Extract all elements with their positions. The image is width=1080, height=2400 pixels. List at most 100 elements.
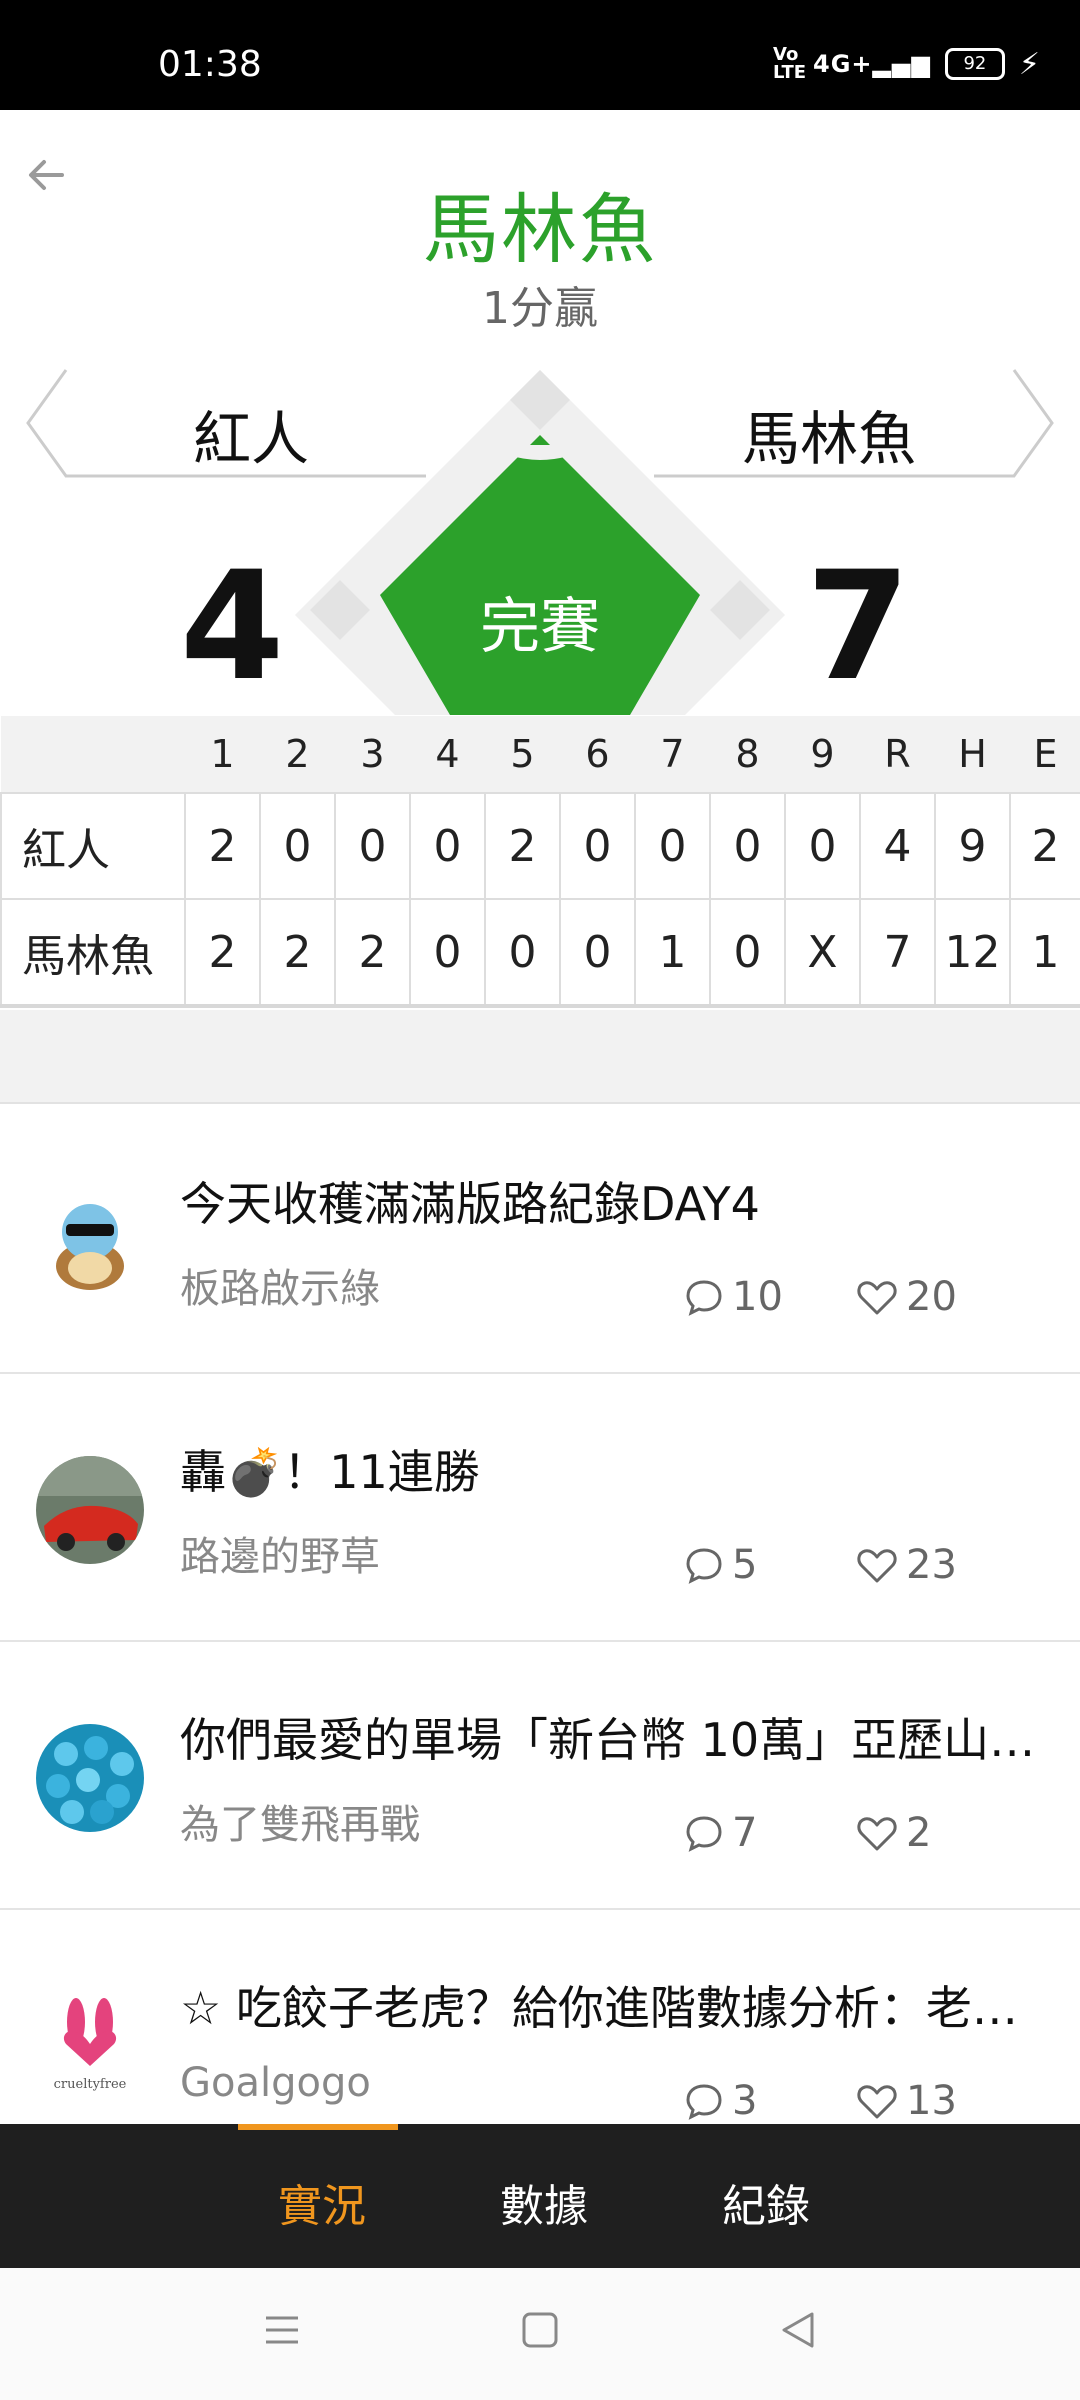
winner-title: 馬林魚 <box>423 185 657 274</box>
result-subtitle: 1分贏 <box>482 283 598 334</box>
team-cell: 馬林魚 <box>0 898 186 1008</box>
status-time: 01:38 <box>158 44 262 85</box>
comment-count: 3 <box>684 2078 757 2124</box>
comment-count-value: 7 <box>732 1810 758 1856</box>
home-icon[interactable] <box>520 2310 560 2350</box>
inning-cell: 0 <box>259 792 336 900</box>
avatar: crueltyfree <box>36 1992 144 2100</box>
heart-icon <box>857 1817 897 1851</box>
header-cell: 7 <box>635 716 710 793</box>
inning-cell: 2 <box>484 792 561 900</box>
header-cell <box>1 716 185 793</box>
header-cell: 3 <box>335 716 410 793</box>
comment-count-value: 10 <box>732 1274 783 1320</box>
inning-cell: 0 <box>334 792 411 900</box>
post-title: ☆ 吃餃子老虎？給你進階數據分析：老虎隊 <box>180 1981 1050 2035</box>
linescore-row-away: 紅人 2 0 0 0 2 0 0 0 0 4 9 2 <box>0 792 1080 900</box>
runs-cell: 4 <box>859 792 936 900</box>
like-count[interactable]: 23 <box>856 1542 957 1588</box>
inning-cell: 0 <box>784 792 861 900</box>
comment-icon <box>686 1548 722 1584</box>
heart-icon <box>857 2085 897 2119</box>
inning-cell: 0 <box>409 898 486 1008</box>
comment-count: 5 <box>684 1542 757 1588</box>
like-count[interactable]: 20 <box>856 1274 957 1320</box>
status-icons: Vo LTE 4G+▂▄▆ 92 ⚡ <box>773 46 1040 82</box>
comment-count: 10 <box>684 1274 783 1320</box>
inning-cell: 2 <box>184 792 261 900</box>
header-cell: H <box>935 716 1010 793</box>
game-status: 完賽 <box>480 592 600 662</box>
comment-count: 7 <box>684 1810 757 1856</box>
like-count-value: 13 <box>906 2078 957 2124</box>
post-author: 為了雙飛再戰 <box>180 1802 420 1848</box>
header-cell: 4 <box>410 716 485 793</box>
team-tab-away[interactable]: 紅人 <box>26 368 446 478</box>
post-item[interactable]: 轟💣！11連勝 路邊的野草 5 23 <box>0 1372 1080 1642</box>
inning-cell: 0 <box>634 792 711 900</box>
menu-icon[interactable] <box>262 2310 302 2350</box>
header-cell: R <box>860 716 935 793</box>
team-tab-home[interactable]: 馬林魚 <box>634 368 1054 478</box>
comment-count-value: 3 <box>732 2078 758 2124</box>
tab-live[interactable]: 實況 <box>278 2170 366 2234</box>
avatar <box>36 1456 144 1564</box>
back-icon[interactable] <box>778 2310 818 2350</box>
like-count-value: 2 <box>906 1810 932 1856</box>
section-divider <box>0 1010 1080 1104</box>
tab-stats[interactable]: 數據 <box>500 2170 588 2234</box>
comment-icon <box>686 1816 722 1852</box>
inning-cell: 0 <box>559 898 636 1008</box>
linescore-table: 1 2 3 4 5 6 7 8 9 R H E 紅人 2 0 0 0 2 0 0… <box>0 716 1080 1008</box>
post-title: 你們最愛的單場「新台幣 10萬」亞歷山大賽 <box>180 1713 1050 1767</box>
volte-icon: Vo LTE <box>773 44 807 83</box>
comment-count-value: 5 <box>732 1542 758 1588</box>
header-cell: 5 <box>485 716 560 793</box>
avatar <box>36 1188 144 1296</box>
inning-cell: 2 <box>334 898 411 1008</box>
linescore-row-home: 馬林魚 2 2 2 0 0 0 1 0 X 7 12 1 <box>0 898 1080 1008</box>
like-count-value: 23 <box>906 1542 957 1588</box>
post-title: 今天收穫滿滿版路紀錄DAY4 <box>180 1177 760 1231</box>
avatar-text: crueltyfree <box>54 2077 127 2092</box>
like-count[interactable]: 13 <box>856 2078 957 2124</box>
comment-icon <box>686 2084 722 2120</box>
signal-icon: 4G+▂▄▆ <box>813 50 931 78</box>
header-cell: 6 <box>560 716 635 793</box>
home-team-name: 馬林魚 <box>741 405 916 473</box>
bottom-tab-bar: 實況 數據 紀錄 <box>0 2124 1080 2268</box>
status-bar: 01:38 Vo LTE 4G+▂▄▆ 92 ⚡ <box>0 0 1080 110</box>
hits-cell: 9 <box>934 792 1011 900</box>
hits-cell: 12 <box>934 898 1011 1008</box>
post-item[interactable]: 你們最愛的單場「新台幣 10萬」亞歷山大賽 為了雙飛再戰 7 2 <box>0 1640 1080 1910</box>
like-count[interactable]: 2 <box>856 1810 931 1856</box>
post-author: Goalgogo <box>180 2060 371 2106</box>
errors-cell: 1 <box>1009 898 1080 1008</box>
heart-icon <box>857 1549 897 1583</box>
away-team-name: 紅人 <box>192 405 309 473</box>
network-type: 4G+ <box>813 50 873 78</box>
inning-cell: 0 <box>559 792 636 900</box>
heart-icon <box>857 1281 897 1315</box>
charging-icon: ⚡ <box>1018 46 1040 82</box>
inning-cell: 0 <box>709 792 786 900</box>
inning-cell: X <box>784 898 861 1008</box>
post-item[interactable]: 今天收穫滿滿版路紀錄DAY4 板路啟示綠 10 20 <box>0 1104 1080 1374</box>
inning-cell: 1 <box>634 898 711 1008</box>
header-cell: E <box>1010 716 1080 793</box>
post-title: 轟💣！11連勝 <box>180 1445 480 1499</box>
tab-log[interactable]: 紀錄 <box>722 2170 810 2234</box>
comment-icon <box>686 1280 722 1316</box>
battery-icon: 92 <box>944 48 1005 80</box>
system-nav-bar <box>0 2268 1080 2400</box>
team-cell: 紅人 <box>0 792 186 900</box>
like-count-value: 20 <box>906 1274 957 1320</box>
header-cell: 2 <box>260 716 335 793</box>
errors-cell: 2 <box>1009 792 1080 900</box>
inning-cell: 0 <box>709 898 786 1008</box>
post-author: 路邊的野草 <box>180 1534 380 1580</box>
inning-cell: 2 <box>259 898 336 1008</box>
linescore-header-row: 1 2 3 4 5 6 7 8 9 R H E <box>1 716 1080 793</box>
header-cell: 9 <box>785 716 860 793</box>
avatar <box>36 1724 144 1832</box>
